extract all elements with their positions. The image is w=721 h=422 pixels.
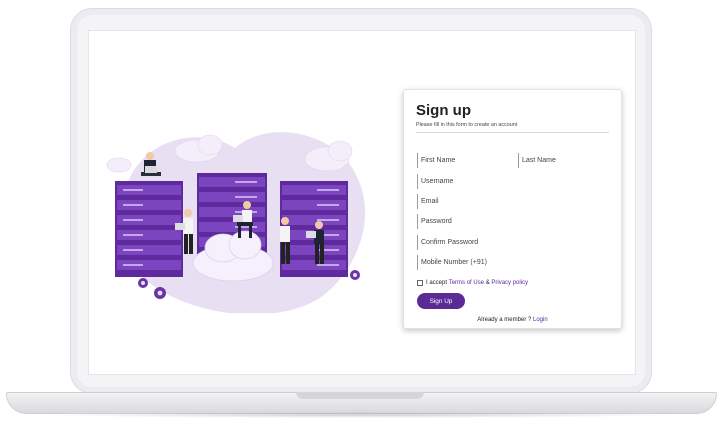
laptop-shadow xyxy=(40,412,680,418)
terms-and: & xyxy=(484,280,492,286)
terms-checkbox[interactable] xyxy=(417,280,423,286)
form-title: Sign up xyxy=(416,102,471,119)
server-rack-right xyxy=(280,181,348,277)
mobile-number-field[interactable]: Mobile Number (+91) xyxy=(417,255,610,270)
first-name-field[interactable]: First Name xyxy=(417,153,512,168)
form-subtitle: Please fill in this form to create an ac… xyxy=(416,122,518,128)
member-text: Already a member ? xyxy=(477,317,533,323)
server-illustration xyxy=(106,132,366,313)
laptop-notch xyxy=(296,392,424,399)
terms-of-use-link[interactable]: Terms of Use xyxy=(449,280,484,286)
username-field[interactable]: Username xyxy=(417,174,610,189)
laptop-screen: Sign up Please fill in this form to crea… xyxy=(88,30,636,375)
confirm-password-field[interactable]: Confirm Password xyxy=(417,235,610,250)
password-field[interactable]: Password xyxy=(417,214,610,229)
privacy-policy-link[interactable]: Privacy policy xyxy=(491,280,528,286)
login-link[interactable]: Login xyxy=(533,317,548,323)
terms-prefix: I accept xyxy=(426,280,449,286)
last-name-field[interactable]: Last Name xyxy=(518,153,610,168)
terms-row: I accept Terms of Use & Privacy policy xyxy=(417,280,528,286)
form-divider xyxy=(416,132,609,133)
server-rack-left xyxy=(115,181,183,277)
login-row: Already a member ? Login xyxy=(404,317,621,323)
sign-up-button[interactable]: Sign Up xyxy=(417,293,465,309)
signup-card: Sign up Please fill in this form to crea… xyxy=(403,89,622,329)
email-field[interactable]: Email xyxy=(417,194,610,209)
